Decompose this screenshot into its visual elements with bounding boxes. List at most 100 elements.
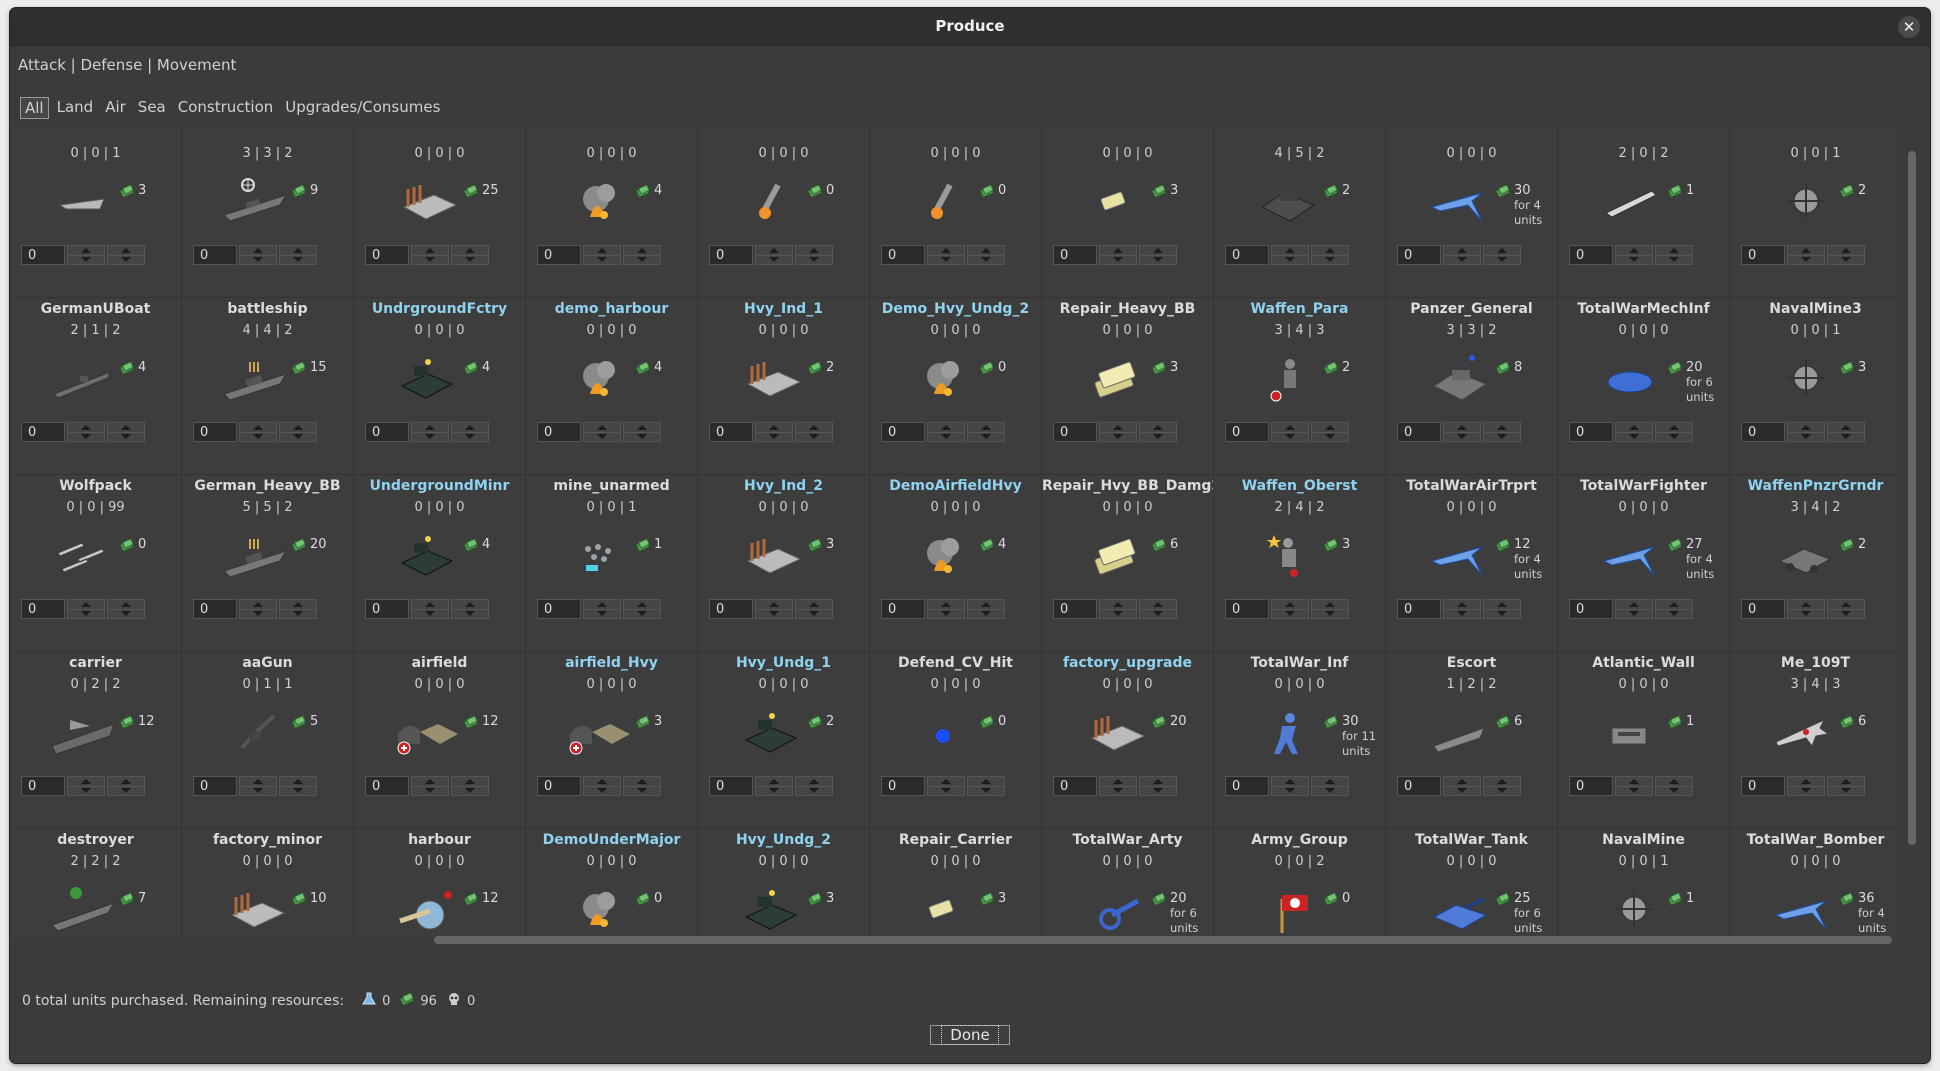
quantity-input[interactable]: 0 — [1225, 245, 1269, 265]
decrement-max-button[interactable] — [796, 786, 832, 795]
decrement-button[interactable] — [1616, 255, 1652, 264]
decrement-button[interactable] — [68, 609, 104, 618]
decrement-max-button[interactable] — [1312, 432, 1348, 441]
decrement-max-button[interactable] — [108, 786, 144, 795]
decrement-max-button[interactable] — [452, 786, 488, 795]
decrement-max-button[interactable] — [280, 255, 316, 264]
decrement-button[interactable] — [240, 609, 276, 618]
quantity-input[interactable]: 0 — [1397, 776, 1441, 796]
quantity-input[interactable]: 0 — [537, 776, 581, 796]
decrement-button[interactable] — [412, 786, 448, 795]
decrement-max-button[interactable] — [968, 786, 1004, 795]
vertical-scrollbar[interactable] — [1908, 123, 1916, 883]
quantity-input[interactable]: 0 — [365, 599, 409, 619]
decrement-max-button[interactable] — [968, 609, 1004, 618]
decrement-button[interactable] — [240, 786, 276, 795]
decrement-max-button[interactable] — [624, 609, 660, 618]
decrement-button[interactable] — [412, 609, 448, 618]
decrement-button[interactable] — [756, 432, 792, 441]
tab-air[interactable]: Air — [101, 97, 130, 119]
quantity-input[interactable]: 0 — [537, 422, 581, 442]
decrement-button[interactable] — [756, 786, 792, 795]
decrement-button[interactable] — [412, 255, 448, 264]
decrement-button[interactable] — [68, 786, 104, 795]
decrement-max-button[interactable] — [624, 432, 660, 441]
decrement-max-button[interactable] — [1656, 609, 1692, 618]
decrement-button[interactable] — [240, 432, 276, 441]
decrement-max-button[interactable] — [796, 255, 832, 264]
tab-sea[interactable]: Sea — [134, 97, 170, 119]
quantity-input[interactable]: 0 — [21, 599, 65, 619]
quantity-input[interactable]: 0 — [21, 422, 65, 442]
decrement-button[interactable] — [68, 432, 104, 441]
decrement-max-button[interactable] — [452, 432, 488, 441]
decrement-max-button[interactable] — [968, 255, 1004, 264]
quantity-input[interactable]: 0 — [21, 776, 65, 796]
quantity-input[interactable]: 0 — [1225, 776, 1269, 796]
decrement-button[interactable] — [756, 255, 792, 264]
decrement-button[interactable] — [1444, 432, 1480, 441]
quantity-input[interactable]: 0 — [365, 245, 409, 265]
decrement-button[interactable] — [1788, 609, 1824, 618]
decrement-button[interactable] — [1616, 786, 1652, 795]
tab-construction[interactable]: Construction — [174, 97, 278, 119]
decrement-max-button[interactable] — [1828, 786, 1864, 795]
quantity-input[interactable]: 0 — [709, 599, 753, 619]
quantity-input[interactable]: 0 — [1569, 422, 1613, 442]
quantity-input[interactable]: 0 — [709, 776, 753, 796]
quantity-input[interactable]: 0 — [21, 245, 65, 265]
quantity-input[interactable]: 0 — [1225, 599, 1269, 619]
done-button[interactable]: Done — [930, 1025, 1010, 1045]
quantity-input[interactable]: 0 — [1741, 422, 1785, 442]
decrement-button[interactable] — [1616, 432, 1652, 441]
decrement-max-button[interactable] — [108, 609, 144, 618]
quantity-input[interactable]: 0 — [881, 599, 925, 619]
decrement-button[interactable] — [1100, 786, 1136, 795]
decrement-max-button[interactable] — [108, 255, 144, 264]
quantity-input[interactable]: 0 — [709, 422, 753, 442]
quantity-input[interactable]: 0 — [365, 776, 409, 796]
quantity-input[interactable]: 0 — [1569, 776, 1613, 796]
quantity-input[interactable]: 0 — [1397, 422, 1441, 442]
decrement-button[interactable] — [584, 255, 620, 264]
tab-land[interactable]: Land — [53, 97, 98, 119]
decrement-button[interactable] — [928, 432, 964, 441]
decrement-max-button[interactable] — [1140, 786, 1176, 795]
decrement-max-button[interactable] — [1484, 255, 1520, 264]
decrement-max-button[interactable] — [1828, 432, 1864, 441]
decrement-button[interactable] — [68, 255, 104, 264]
decrement-button[interactable] — [1272, 432, 1308, 441]
tab-all[interactable]: All — [20, 97, 49, 119]
decrement-max-button[interactable] — [624, 255, 660, 264]
vertical-scrollbar-thumb[interactable] — [1908, 151, 1916, 845]
decrement-max-button[interactable] — [624, 786, 660, 795]
decrement-max-button[interactable] — [1656, 255, 1692, 264]
quantity-input[interactable]: 0 — [881, 776, 925, 796]
decrement-button[interactable] — [584, 432, 620, 441]
decrement-max-button[interactable] — [1312, 255, 1348, 264]
quantity-input[interactable]: 0 — [1569, 599, 1613, 619]
decrement-max-button[interactable] — [1828, 255, 1864, 264]
quantity-input[interactable]: 0 — [193, 245, 237, 265]
decrement-button[interactable] — [1616, 609, 1652, 618]
decrement-button[interactable] — [1444, 786, 1480, 795]
decrement-button[interactable] — [1788, 255, 1824, 264]
decrement-max-button[interactable] — [968, 432, 1004, 441]
quantity-input[interactable]: 0 — [1053, 245, 1097, 265]
quantity-input[interactable]: 0 — [881, 422, 925, 442]
decrement-max-button[interactable] — [1140, 609, 1176, 618]
decrement-max-button[interactable] — [1312, 786, 1348, 795]
decrement-button[interactable] — [240, 255, 276, 264]
quantity-input[interactable]: 0 — [1397, 245, 1441, 265]
quantity-input[interactable]: 0 — [1741, 599, 1785, 619]
decrement-max-button[interactable] — [280, 432, 316, 441]
decrement-max-button[interactable] — [796, 609, 832, 618]
decrement-button[interactable] — [1100, 609, 1136, 618]
decrement-button[interactable] — [584, 786, 620, 795]
quantity-input[interactable]: 0 — [537, 245, 581, 265]
quantity-input[interactable]: 0 — [1053, 422, 1097, 442]
decrement-button[interactable] — [928, 609, 964, 618]
decrement-max-button[interactable] — [1140, 255, 1176, 264]
decrement-max-button[interactable] — [1828, 609, 1864, 618]
decrement-button[interactable] — [1444, 609, 1480, 618]
